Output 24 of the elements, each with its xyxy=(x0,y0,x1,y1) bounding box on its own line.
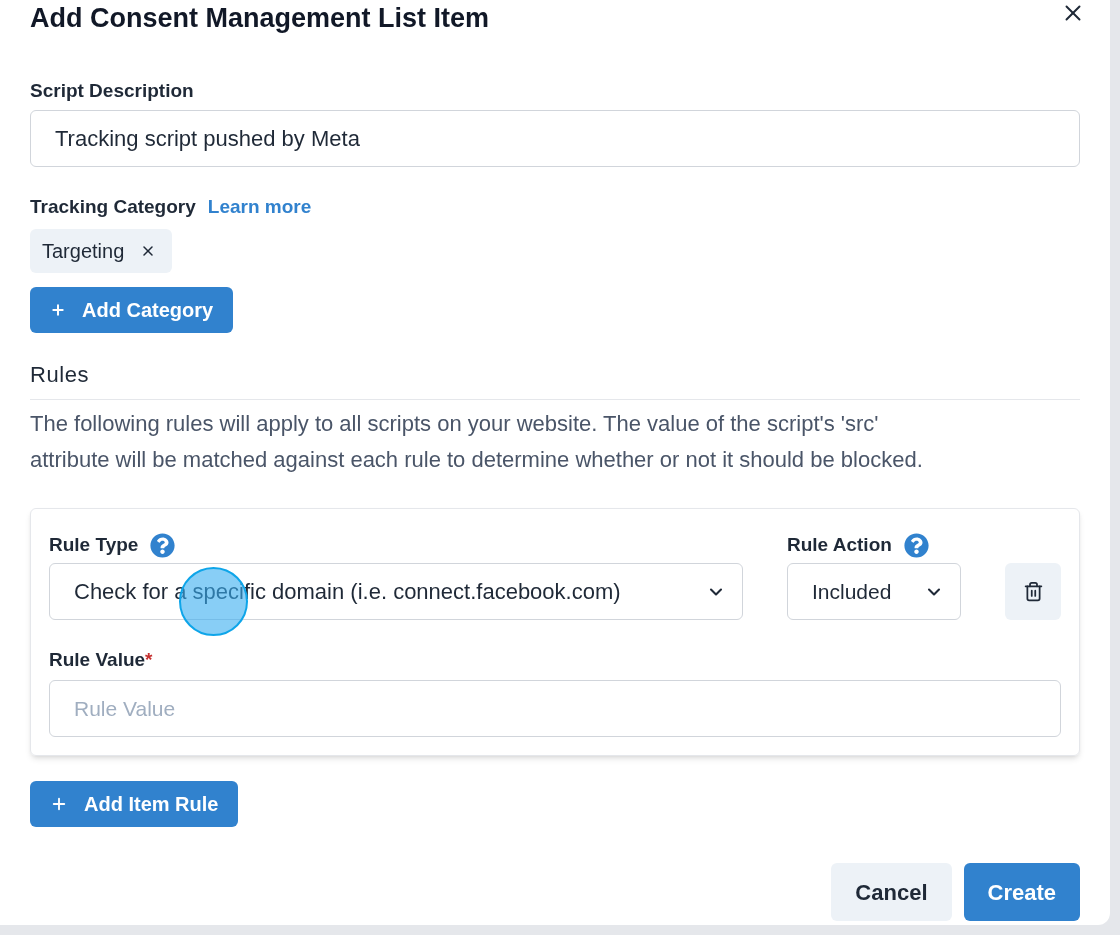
help-icon[interactable] xyxy=(903,532,929,558)
field-label: Rule Type xyxy=(49,532,139,557)
plus-icon xyxy=(50,302,66,318)
required-mark: * xyxy=(145,648,153,672)
rules-description: The following rules will apply to all scripts on your website. The value of the script's 'src' attribute will be matched against each rule to determine whether or not it should be blocked. xyxy=(30,410,924,474)
add-category-button[interactable]: Add Category xyxy=(30,287,234,333)
cancel-button[interactable]: Cancel xyxy=(831,863,952,921)
plus-icon xyxy=(50,795,68,813)
trash-icon xyxy=(1022,581,1044,602)
learn-more-link[interactable]: Learn more xyxy=(207,192,312,222)
create-button[interactable]: Create xyxy=(963,863,1080,921)
section-heading: Rules xyxy=(30,361,1080,400)
field-label: Tracking Category xyxy=(30,194,196,219)
description-field[interactable]: Tracking script pushed by Meta xyxy=(30,110,1080,167)
dialog-title: Add Consent Management List Item xyxy=(30,2,490,35)
field-label: Rule Value xyxy=(49,648,146,672)
field-label: Rule Action xyxy=(787,532,892,557)
delete-button[interactable] xyxy=(1005,563,1061,620)
rule-action-select[interactable]: Included xyxy=(787,563,961,620)
help-icon[interactable] xyxy=(150,532,176,558)
field-label: Script Description xyxy=(30,79,195,103)
add-rule-button[interactable]: Add Item Rule xyxy=(30,781,239,827)
rule-value-field[interactable]: Rule Value xyxy=(49,680,1061,737)
tag-label: Targeting xyxy=(42,239,125,264)
